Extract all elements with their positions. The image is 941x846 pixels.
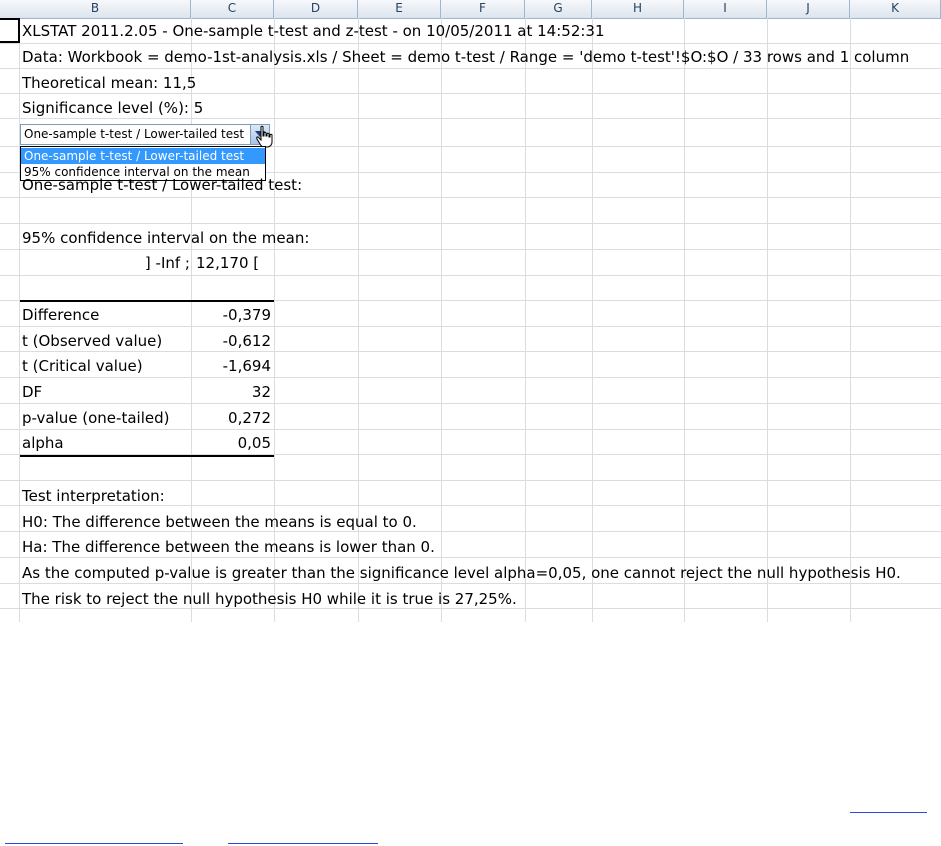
column-header-bar: B C D E F G H I J K [0,0,941,19]
row-label: t (Observed value) [22,332,163,350]
risk-statement: The risk to reject the null hypothesis H… [22,590,517,608]
active-cell-indicator [0,18,20,43]
h0-statement: H0: The difference between the means is … [22,513,417,531]
spreadsheet: B C D E F G H I J K XLSTAT 2011.2.05 - O… [0,0,941,622]
row-label: DF [22,383,43,401]
section-heading: One-sample t-test / Lower-tailed test: [22,176,303,194]
column-header-h[interactable]: H [592,0,684,18]
column-header-d[interactable]: D [274,0,358,18]
row-value: -0,379 [222,306,271,324]
output-selector-combobox[interactable]: One-sample t-test / Lower-tailed test [20,124,270,145]
ci-lower-bound: ] -Inf ; [144,254,190,272]
column-header-i[interactable]: I [684,0,767,18]
conclusion-statement: As the computed p-value is greater than … [22,564,901,582]
report-title: XLSTAT 2011.2.05 - One-sample t-test and… [22,22,605,40]
row-label: alpha [22,434,64,452]
row-value: 32 [251,383,271,401]
column-header-c[interactable]: C [191,0,274,18]
link-underline[interactable] [850,812,927,813]
column-header-j[interactable]: J [767,0,850,18]
data-source-line: Data: Workbook = demo-1st-analysis.xls /… [22,48,910,66]
row-label: p-value (one-tailed) [22,409,170,427]
ci-heading: 95% confidence interval on the mean: [22,229,310,247]
column-header-e[interactable]: E [358,0,441,18]
link-underline[interactable] [5,843,183,844]
significance-level: Significance level (%): 5 [22,99,204,117]
column-header-g[interactable]: G [525,0,592,18]
combobox-value: One-sample t-test / Lower-tailed test [24,127,244,141]
column-header-k[interactable]: K [850,0,941,18]
row-label: t (Critical value) [22,357,143,375]
row-value: 0,272 [228,409,271,427]
column-header-b[interactable]: B [0,0,191,18]
ha-statement: Ha: The difference between the means is … [22,538,435,556]
theoretical-mean: Theoretical mean: 11,5 [22,74,197,92]
row-label: Difference [22,306,100,324]
row-value: -1,694 [222,357,271,375]
column-header-f[interactable]: F [441,0,525,18]
table-top-border [20,300,274,302]
row-value: 0,05 [237,434,271,452]
table-bottom-border [20,455,274,457]
row-value: -0,612 [222,332,271,350]
interpretation-heading: Test interpretation: [22,487,165,505]
option-lower-tailed-test[interactable]: One-sample t-test / Lower-tailed test [21,148,265,164]
ci-upper-bound: 12,170 [ [196,254,260,272]
link-underline[interactable] [228,843,378,844]
